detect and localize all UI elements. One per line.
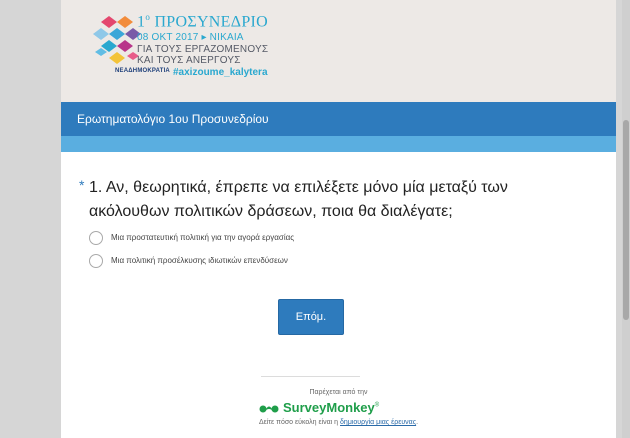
radio-button[interactable] [89, 254, 103, 268]
survey-title-bar: Ερωτηματολόγιο 1ου Προσυνεδρίου [61, 102, 616, 136]
survey-title: Ερωτηματολόγιο 1ου Προσυνεδρίου [77, 112, 269, 126]
footer-divider [261, 376, 360, 377]
surveymonkey-icon [259, 405, 279, 413]
conference-title: 1ο ΠΡΟΣΥΝΕΔΡΙΟ [137, 12, 269, 31]
party-logo-text: ΝΕΑΔΗΜΟΚΡΑΤΙΑ [115, 68, 170, 74]
survey-page: 1ο ΠΡΟΣΥΝΕΔΡΙΟ 08 ΟΚΤ 2017 ▸ ΝΙΚΑΙΑ ΓΙΑ … [61, 0, 616, 438]
powered-by-text: Παρέχεται από την [309, 389, 368, 396]
required-marker: * [79, 177, 85, 193]
conference-subtitle-line-1: ΓΙΑ ΤΟΥΣ ΕΡΓΑΖΟΜΕΝΟΥΣ [137, 44, 269, 55]
surveymonkey-brand: SurveyMonkey® [283, 400, 380, 415]
conference-subtitle: ΓΙΑ ΤΟΥΣ ΕΡΓΑΖΟΜΕΝΟΥΣ ΚΑΙ ΤΟΥΣ ΑΝΕΡΓΟΥΣ [137, 44, 268, 66]
create-survey-note: Δείτε πόσο εύκολη είναι η δημιουργία μια… [258, 419, 419, 426]
hashtag: #axizoume_kalytera [173, 67, 268, 78]
scrollbar-thumb[interactable] [623, 120, 629, 320]
conference-banner: 1ο ΠΡΟΣΥΝΕΔΡΙΟ 08 ΟΚΤ 2017 ▸ ΝΙΚΑΙΑ ΓΙΑ … [61, 0, 616, 102]
next-button[interactable]: Επόμ. [278, 299, 344, 335]
conference-subtitle-line-2: ΚΑΙ ΤΟΥΣ ΑΝΕΡΓΟΥΣ [137, 55, 241, 66]
answer-option-label[interactable]: Μια προστατευτική πολιτική για την αγορά… [111, 233, 294, 242]
answer-option-label[interactable]: Μια πολιτική προσέλκυσης ιδιωτικών επενδ… [111, 256, 288, 265]
radio-button[interactable] [89, 231, 103, 245]
conference-date: 08 ΟΚΤ 2017 ▸ ΝΙΚΑΙΑ [137, 32, 244, 43]
question-title: 1. Αν, θεωρητικά, έπρεπε να επιλέξετε μό… [89, 179, 508, 220]
create-survey-link[interactable]: δημιουργία μιας έρευνας [340, 419, 416, 426]
progress-bar [61, 136, 616, 152]
